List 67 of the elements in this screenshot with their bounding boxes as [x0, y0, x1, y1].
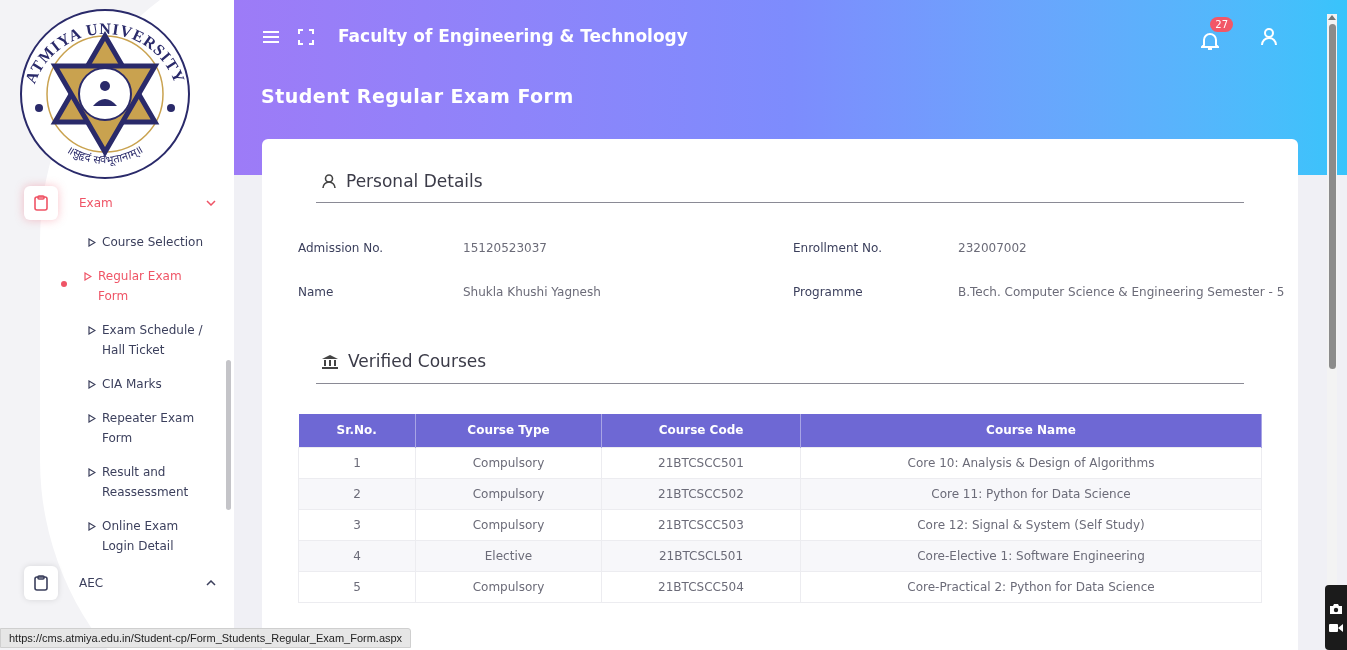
- table-cell: 3: [298, 509, 416, 541]
- triangle-icon: [88, 380, 96, 389]
- table-cell: Compulsory: [415, 447, 602, 479]
- column-header: Course Code: [601, 413, 801, 448]
- column-header: Course Name: [800, 413, 1262, 448]
- field-value: B.Tech. Computer Science & Engineering Semester - 5: [958, 284, 1285, 301]
- field-value: Shukla Khushi Yagnesh: [463, 284, 601, 301]
- triangle-icon: [84, 272, 92, 281]
- table-cell: 21BTCSCC504: [601, 571, 801, 603]
- table-cell: 2: [298, 478, 416, 510]
- field-label: Name: [298, 284, 334, 301]
- field-label: Programme: [793, 284, 863, 301]
- triangle-icon: [88, 238, 96, 247]
- person-icon: [322, 173, 336, 189]
- faculty-title: Faculty of Engineering & Technology: [338, 25, 688, 49]
- submenu-item[interactable]: Course Selection: [0, 232, 234, 252]
- table-cell: Core-Elective 1: Software Engineering: [800, 540, 1262, 572]
- table-cell: 21BTCSCC502: [601, 478, 801, 510]
- chevron-icon: [206, 580, 216, 586]
- menu-icon[interactable]: [262, 30, 280, 44]
- scrollbar-thumb[interactable]: [1328, 24, 1336, 369]
- bell-icon: [1201, 31, 1219, 51]
- status-bar-url: https://cms.atmiya.edu.in/Student-cp/Form_Students_Regular_Exam_Form.aspx: [0, 628, 412, 648]
- user-icon[interactable]: [1261, 28, 1277, 46]
- submenu-item[interactable]: Result and Reassessment: [0, 462, 234, 502]
- section-heading: Personal Details: [346, 169, 483, 193]
- video-camera-icon[interactable]: [1329, 622, 1343, 633]
- table-cell: Core 11: Python for Data Science: [800, 478, 1262, 510]
- menu-item[interactable]: AEC: [0, 566, 234, 600]
- table-cell: 5: [298, 571, 416, 603]
- field-value: 15120523037: [463, 240, 547, 257]
- table-cell: Core 10: Analysis & Design of Algorithms: [800, 447, 1262, 479]
- table-cell: Core-Practical 2: Python for Data Science: [800, 571, 1262, 603]
- table-cell: Elective: [415, 540, 602, 572]
- triangle-icon: [88, 326, 96, 335]
- table-cell: Compulsory: [415, 478, 602, 510]
- field-label: Admission No.: [298, 240, 384, 257]
- field-label: Enrollment No.: [793, 240, 882, 257]
- column-header: Sr.No.: [298, 413, 416, 448]
- chevron-icon: [206, 200, 216, 206]
- scroll-up-arrow-icon[interactable]: [1328, 14, 1336, 20]
- camera-icon[interactable]: [1329, 602, 1343, 615]
- fullscreen-icon[interactable]: [298, 29, 314, 45]
- submenu-item[interactable]: Exam Schedule / Hall Ticket: [0, 320, 234, 360]
- table-cell: Core 12: Signal & System (Self Study): [800, 509, 1262, 541]
- menu-item[interactable]: Exam: [0, 186, 234, 220]
- field-value: 232007002: [958, 240, 1027, 257]
- bank-icon: [322, 354, 338, 369]
- submenu-item[interactable]: Regular Exam Form: [0, 266, 234, 306]
- column-header: Course Type: [415, 413, 602, 448]
- table-cell: Compulsory: [415, 509, 602, 541]
- table-cell: 1: [298, 447, 416, 479]
- triangle-icon: [88, 522, 96, 531]
- section-heading: Verified Courses: [348, 350, 487, 373]
- submenu-item[interactable]: Online Exam Login Detail: [0, 516, 234, 556]
- table-cell: 4: [298, 540, 416, 572]
- clipboard-icon: [34, 195, 48, 211]
- page-title: Student Regular Exam Form: [260, 84, 575, 109]
- table-cell: 21BTCSCC503: [601, 509, 801, 541]
- submenu-item[interactable]: Repeater Exam Form: [0, 408, 234, 448]
- table-cell: 21BTCSCL501: [601, 540, 801, 572]
- submenu-item[interactable]: CIA Marks: [0, 374, 234, 394]
- table-cell: Compulsory: [415, 571, 602, 603]
- table-cell: 21BTCSCC501: [601, 447, 801, 479]
- triangle-icon: [88, 468, 96, 477]
- clipboard-icon: [34, 575, 48, 591]
- triangle-icon: [88, 414, 96, 423]
